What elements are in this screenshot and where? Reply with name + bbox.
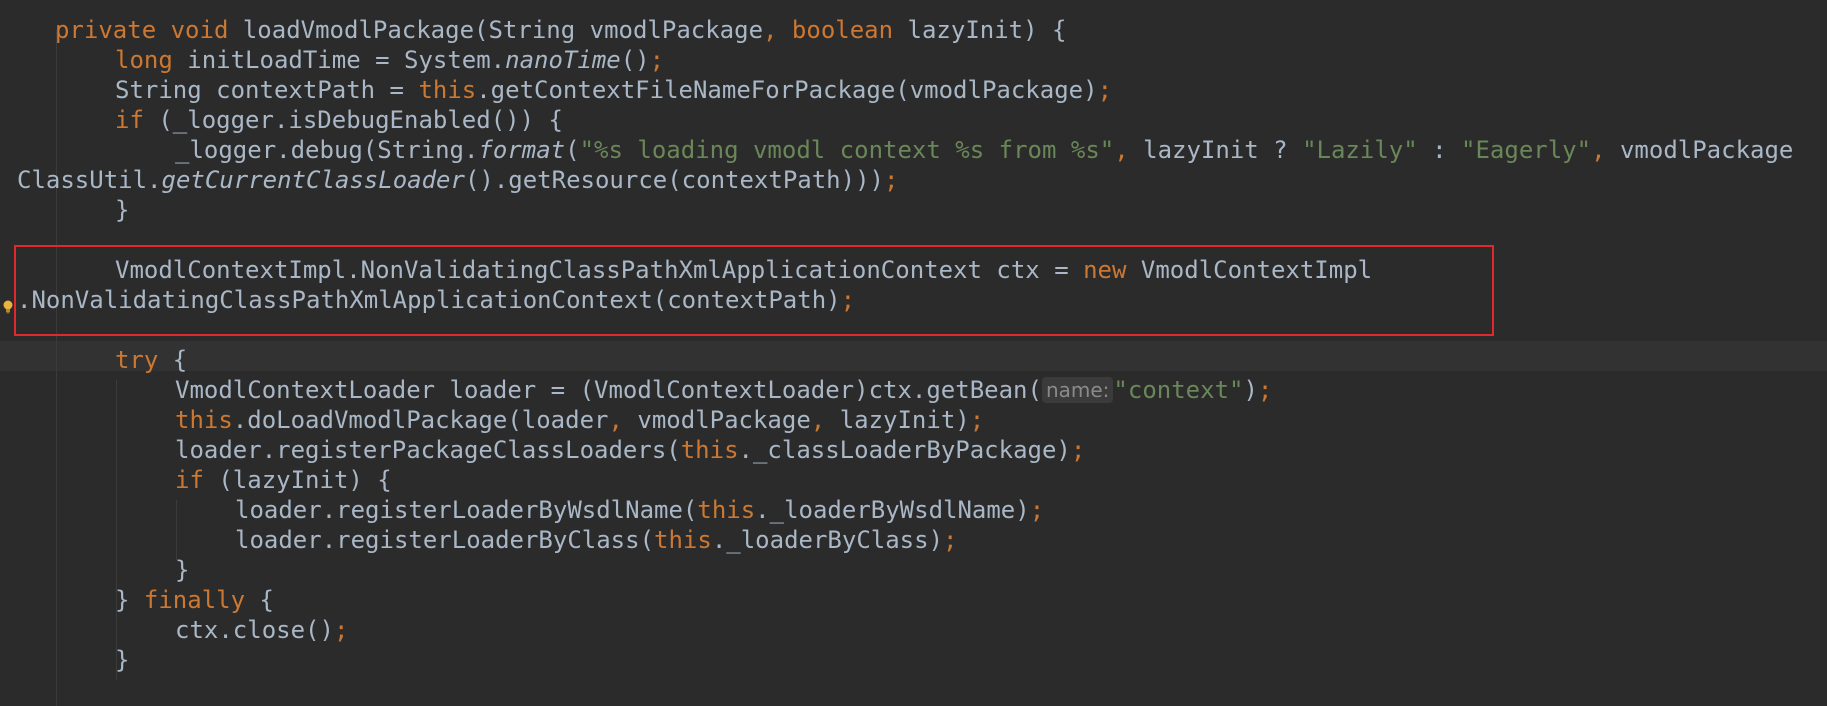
code-token: ().getResource(contextPath))) — [464, 166, 884, 194]
code-token: "Lazily" — [1302, 136, 1418, 164]
code-line[interactable]: } finally { — [115, 585, 274, 615]
code-token: loader.registerLoaderByClass( — [235, 526, 655, 554]
code-token: finally — [143, 586, 260, 614]
code-token: } — [175, 556, 190, 584]
code-token: ) — [1243, 376, 1258, 404]
code-token: () — [620, 46, 650, 74]
code-line[interactable]: loader.registerPackageClassLoaders(this.… — [175, 435, 1085, 465]
code-token: ; — [1070, 436, 1086, 464]
code-token: vmodlPackage — [637, 406, 811, 434]
code-token: : — [1417, 136, 1462, 164]
code-token: long — [115, 46, 188, 74]
code-token: ; — [333, 616, 349, 644]
code-token: this — [418, 76, 477, 104]
code-token: ; — [1029, 496, 1045, 524]
code-token: (lazyInit) { — [218, 466, 392, 494]
code-token: vmodlPackage — [1619, 136, 1794, 164]
code-token: this — [175, 406, 233, 434]
code-token: loader.registerLoaderByWsdlName( — [235, 496, 698, 524]
code-token: ; — [883, 166, 899, 194]
code-line[interactable]: ClassUtil.getCurrentClassLoader().getRes… — [17, 165, 898, 195]
code-token: loader.registerPackageClassLoaders( — [175, 436, 681, 464]
code-token: lazyInit) — [839, 406, 970, 434]
code-token: ClassUtil. — [17, 166, 162, 194]
code-token: _logger.debug(String. — [175, 136, 479, 164]
code-line[interactable]: loader.registerLoaderByClass(this._loade… — [235, 525, 957, 555]
code-token: ; — [649, 46, 665, 74]
code-token: ._loaderByClass) — [711, 526, 944, 554]
code-line[interactable]: _logger.debug(String.format("%s loading … — [175, 135, 1793, 165]
code-token: lazyInit) { — [907, 16, 1067, 44]
indent-guide — [116, 380, 117, 680]
code-token: { — [172, 346, 188, 374]
code-token: , — [1114, 136, 1144, 164]
indent-guide — [56, 30, 57, 706]
selection-highlight-box — [14, 245, 1494, 336]
code-token: getCurrentClassLoader — [161, 166, 465, 194]
parameter-hint: name: — [1041, 377, 1114, 403]
code-line[interactable]: if (_logger.isDebugEnabled()) { — [115, 105, 563, 135]
code-token: ; — [1097, 76, 1113, 104]
code-token: , boolean — [763, 16, 908, 44]
code-token: } — [115, 196, 130, 224]
code-token: if — [115, 106, 159, 134]
code-line[interactable]: private void loadVmodlPackage(String vmo… — [55, 15, 1066, 45]
code-token: initLoadTime = System. — [187, 46, 506, 74]
current-line-highlight — [0, 341, 1827, 371]
code-token: ._classLoaderByPackage) — [738, 436, 1071, 464]
code-token: "Eagerly" — [1461, 136, 1592, 164]
code-line[interactable]: if (lazyInit) { — [175, 465, 392, 495]
code-line[interactable]: try { — [115, 345, 187, 375]
code-token: { — [259, 586, 274, 614]
code-line[interactable]: ctx.close(); — [175, 615, 348, 645]
code-token: format — [478, 136, 566, 164]
lightbulb-icon[interactable] — [2, 300, 14, 314]
code-token: try — [115, 346, 173, 374]
code-token: ctx.close() — [175, 616, 334, 644]
code-token: loadVmodlPackage(String vmodlPackage — [242, 16, 764, 44]
code-token: (_logger.isDebugEnabled()) { — [158, 106, 563, 134]
code-token: "context" — [1113, 376, 1244, 404]
code-line[interactable]: loader.registerLoaderByWsdlName(this._lo… — [235, 495, 1044, 525]
code-token: ._loaderByWsdlName) — [755, 496, 1030, 524]
code-token: this — [680, 436, 739, 464]
code-token: } — [115, 586, 144, 614]
code-token: ; — [943, 526, 958, 554]
code-token: nanoTime — [505, 46, 621, 74]
code-line[interactable]: VmodlContextLoader loader = (VmodlContex… — [175, 375, 1272, 405]
code-token: "%s loading vmodl context %s from %s" — [579, 136, 1115, 164]
code-line[interactable]: } — [115, 195, 129, 225]
code-token: ; — [1257, 376, 1273, 404]
code-line[interactable]: this.doLoadVmodlPackage(loader, vmodlPac… — [175, 405, 984, 435]
code-token: private void — [55, 16, 243, 44]
code-token: if — [175, 466, 219, 494]
code-token: , — [1591, 136, 1620, 164]
code-token: this — [697, 496, 756, 524]
code-line[interactable]: } — [115, 645, 129, 675]
code-token: String contextPath = — [115, 76, 419, 104]
code-line[interactable]: } — [175, 555, 189, 585]
code-token: lazyInit ? — [1143, 136, 1303, 164]
code-editor[interactable]: private void loadVmodlPackage(String vmo… — [0, 0, 1827, 706]
code-line[interactable]: long initLoadTime = System.nanoTime(); — [115, 45, 664, 75]
code-token: .getContextFileNameForPackage(vmodlPacka… — [476, 76, 1098, 104]
code-token: ; — [969, 406, 985, 434]
code-token: , — [810, 406, 840, 434]
code-token: } — [115, 646, 130, 674]
code-token: .doLoadVmodlPackage(loader — [232, 406, 609, 434]
indent-guide — [176, 500, 177, 560]
code-token: ( — [565, 136, 580, 164]
code-line[interactable]: String contextPath = this.getContextFile… — [115, 75, 1112, 105]
code-token: VmodlContextLoader loader = (VmodlContex… — [175, 376, 1042, 404]
code-token: , — [608, 406, 638, 434]
code-token: this — [654, 526, 712, 554]
